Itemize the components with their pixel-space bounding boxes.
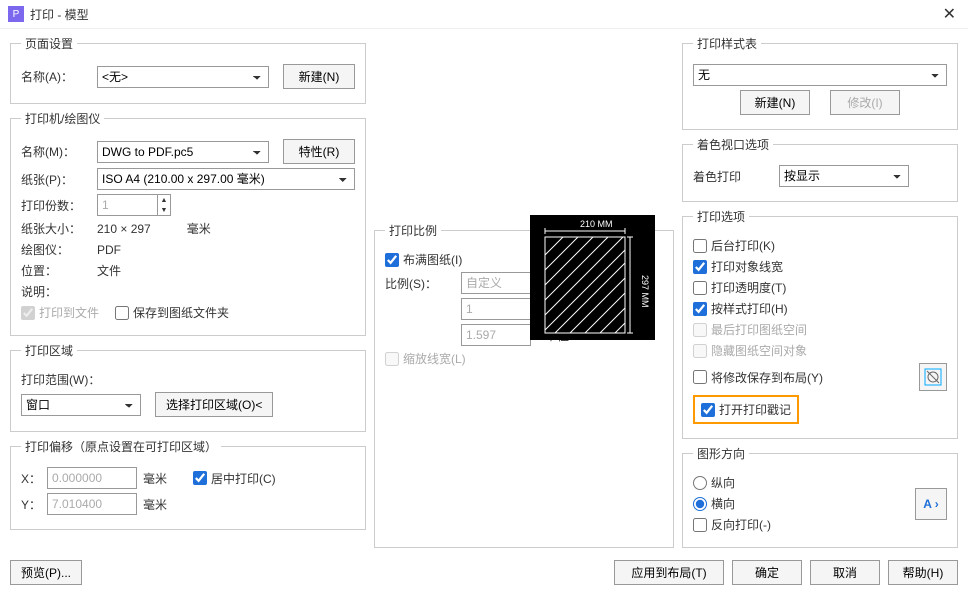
opt-stamp-highlight: 打开打印戳记 bbox=[693, 395, 799, 424]
opt-bg[interactable]: 后台打印(K) bbox=[693, 237, 775, 254]
style-new-button[interactable]: 新建(N) bbox=[740, 90, 810, 115]
printer-name-label: 名称(M)： bbox=[21, 143, 91, 160]
select-area-button[interactable]: 选择打印区域(O)< bbox=[155, 392, 273, 417]
plotter-label: 绘图仪： bbox=[21, 241, 91, 258]
fit-paper-checkbox[interactable]: 布满图纸(I) bbox=[385, 251, 462, 268]
plotter-value: PDF bbox=[97, 243, 121, 257]
printer-legend: 打印机/绘图仪 bbox=[21, 110, 104, 127]
scale-num-input[interactable] bbox=[461, 298, 531, 320]
close-icon[interactable]: ✕ bbox=[939, 4, 960, 24]
opt-stamp[interactable]: 打开打印戳记 bbox=[701, 401, 791, 418]
print-range-select[interactable]: 窗口 bbox=[21, 394, 141, 416]
spinner-down-icon[interactable]: ▼ bbox=[158, 205, 170, 215]
offset-group: 打印偏移（原点设置在可打印区域） X： 毫米 居中打印(C) Y： 毫米 bbox=[10, 438, 366, 530]
copies-spinner[interactable]: ▲▼ bbox=[97, 194, 171, 216]
paper-select[interactable]: ISO A4 (210.00 x 297.00 毫米) bbox=[97, 168, 355, 190]
orient-landscape[interactable]: 横向 bbox=[693, 495, 915, 512]
opt-lw[interactable]: 打印对象线宽 bbox=[693, 258, 783, 275]
titlebar: P 打印 - 模型 ✕ bbox=[0, 0, 968, 29]
svg-text:210 MM: 210 MM bbox=[580, 219, 613, 229]
scale-den-input[interactable] bbox=[461, 324, 531, 346]
printer-group: 打印机/绘图仪 名称(M)： DWG to PDF.pc5 特性(R) 纸张(P… bbox=[10, 110, 366, 336]
copies-label: 打印份数： bbox=[21, 197, 91, 214]
orientation-a-icon: A › bbox=[923, 497, 939, 511]
paper-size-unit: 毫米 bbox=[187, 220, 211, 237]
print-range-label: 打印范围(W)： bbox=[21, 371, 100, 388]
printer-name-select[interactable]: DWG to PDF.pc5 bbox=[97, 141, 269, 163]
shade-group: 着色视口选项 着色打印 按显示 bbox=[682, 136, 958, 202]
print-options-legend: 打印选项 bbox=[693, 208, 749, 225]
orient-portrait[interactable]: 纵向 bbox=[693, 474, 915, 491]
offset-y-label: Y： bbox=[21, 496, 41, 513]
shade-label: 着色打印 bbox=[693, 168, 773, 185]
opt-save-layout[interactable]: 将修改保存到布局(Y) bbox=[693, 369, 823, 386]
shade-select[interactable]: 按显示 bbox=[779, 165, 909, 187]
copies-input[interactable] bbox=[97, 194, 157, 216]
page-setup-legend: 页面设置 bbox=[21, 35, 77, 52]
cancel-button[interactable]: 取消 bbox=[810, 560, 880, 585]
shade-legend: 着色视口选项 bbox=[693, 136, 773, 153]
center-print-input[interactable] bbox=[193, 471, 207, 485]
ratio-label: 比例(S)： bbox=[385, 275, 455, 292]
orientation-legend: 图形方向 bbox=[693, 445, 749, 462]
offset-x-input[interactable] bbox=[47, 467, 137, 489]
preview-button[interactable]: 预览(P)... bbox=[10, 560, 82, 585]
paper-size-label: 纸张大小： bbox=[21, 220, 91, 237]
scale-lw-input bbox=[385, 352, 399, 366]
paper-preview-svg: 210 MM 297 MM bbox=[530, 215, 655, 340]
location-value: 文件 bbox=[97, 262, 121, 279]
print-to-file-input bbox=[21, 306, 35, 320]
offset-y-input[interactable] bbox=[47, 493, 137, 515]
style-edit-button: 修改(I) bbox=[830, 90, 900, 115]
window-title: 打印 - 模型 bbox=[30, 6, 89, 23]
location-label: 位置： bbox=[21, 262, 91, 279]
stamp-settings-button[interactable] bbox=[919, 363, 947, 391]
desc-label: 说明： bbox=[21, 283, 91, 300]
scale-legend: 打印比例 bbox=[385, 222, 441, 239]
save-to-folder-input[interactable] bbox=[115, 306, 129, 320]
paper-preview: 210 MM 297 MM bbox=[530, 215, 655, 340]
page-name-select[interactable]: <无> bbox=[97, 66, 269, 88]
paper-size-value: 210 × 297 bbox=[97, 222, 151, 236]
orient-reverse[interactable]: 反向打印(-) bbox=[693, 516, 771, 533]
opt-hide: 隐藏图纸空间对象 bbox=[693, 342, 807, 359]
style-table-group: 打印样式表 无 新建(N) 修改(I) bbox=[682, 35, 958, 130]
fit-paper-input[interactable] bbox=[385, 253, 399, 267]
center-print-checkbox[interactable]: 居中打印(C) bbox=[193, 470, 276, 487]
style-table-select[interactable]: 无 bbox=[693, 64, 947, 86]
orientation-icon-button: A › bbox=[915, 488, 947, 520]
style-table-legend: 打印样式表 bbox=[693, 35, 761, 52]
help-button[interactable]: 帮助(H) bbox=[888, 560, 958, 585]
page-name-label: 名称(A)： bbox=[21, 68, 91, 85]
app-icon: P bbox=[8, 6, 24, 22]
offset-x-unit: 毫米 bbox=[143, 470, 167, 487]
print-to-file-checkbox: 打印到文件 bbox=[21, 304, 99, 321]
print-area-group: 打印区域 打印范围(W)： 窗口 选择打印区域(O)< bbox=[10, 342, 366, 432]
scale-lw-checkbox: 缩放线宽(L) bbox=[385, 350, 466, 367]
footer: 预览(P)... 应用到布局(T) 确定 取消 帮助(H) bbox=[0, 554, 968, 591]
spinner-up-icon[interactable]: ▲ bbox=[158, 195, 170, 205]
print-options-group: 打印选项 后台打印(K) 打印对象线宽 打印透明度(T) 按样式打印(H) 最后… bbox=[682, 208, 958, 439]
stamp-icon bbox=[924, 368, 942, 386]
opt-trans[interactable]: 打印透明度(T) bbox=[693, 279, 786, 296]
print-area-legend: 打印区域 bbox=[21, 342, 77, 359]
offset-x-label: X： bbox=[21, 470, 41, 487]
orientation-group: 图形方向 纵向 横向 反向打印(-) A › bbox=[682, 445, 958, 548]
offset-y-unit: 毫米 bbox=[143, 496, 167, 513]
ok-button[interactable]: 确定 bbox=[732, 560, 802, 585]
svg-text:297 MM: 297 MM bbox=[640, 275, 650, 308]
opt-last: 最后打印图纸空间 bbox=[693, 321, 807, 338]
save-to-folder-checkbox[interactable]: 保存到图纸文件夹 bbox=[115, 304, 229, 321]
printer-props-button[interactable]: 特性(R) bbox=[283, 139, 355, 164]
paper-label: 纸张(P)： bbox=[21, 171, 91, 188]
page-setup-group: 页面设置 名称(A)： <无> 新建(N) bbox=[10, 35, 366, 104]
apply-layout-button[interactable]: 应用到布局(T) bbox=[614, 560, 724, 585]
opt-style[interactable]: 按样式打印(H) bbox=[693, 300, 788, 317]
new-page-setup-button[interactable]: 新建(N) bbox=[283, 64, 355, 89]
offset-legend: 打印偏移（原点设置在可打印区域） bbox=[21, 438, 221, 455]
